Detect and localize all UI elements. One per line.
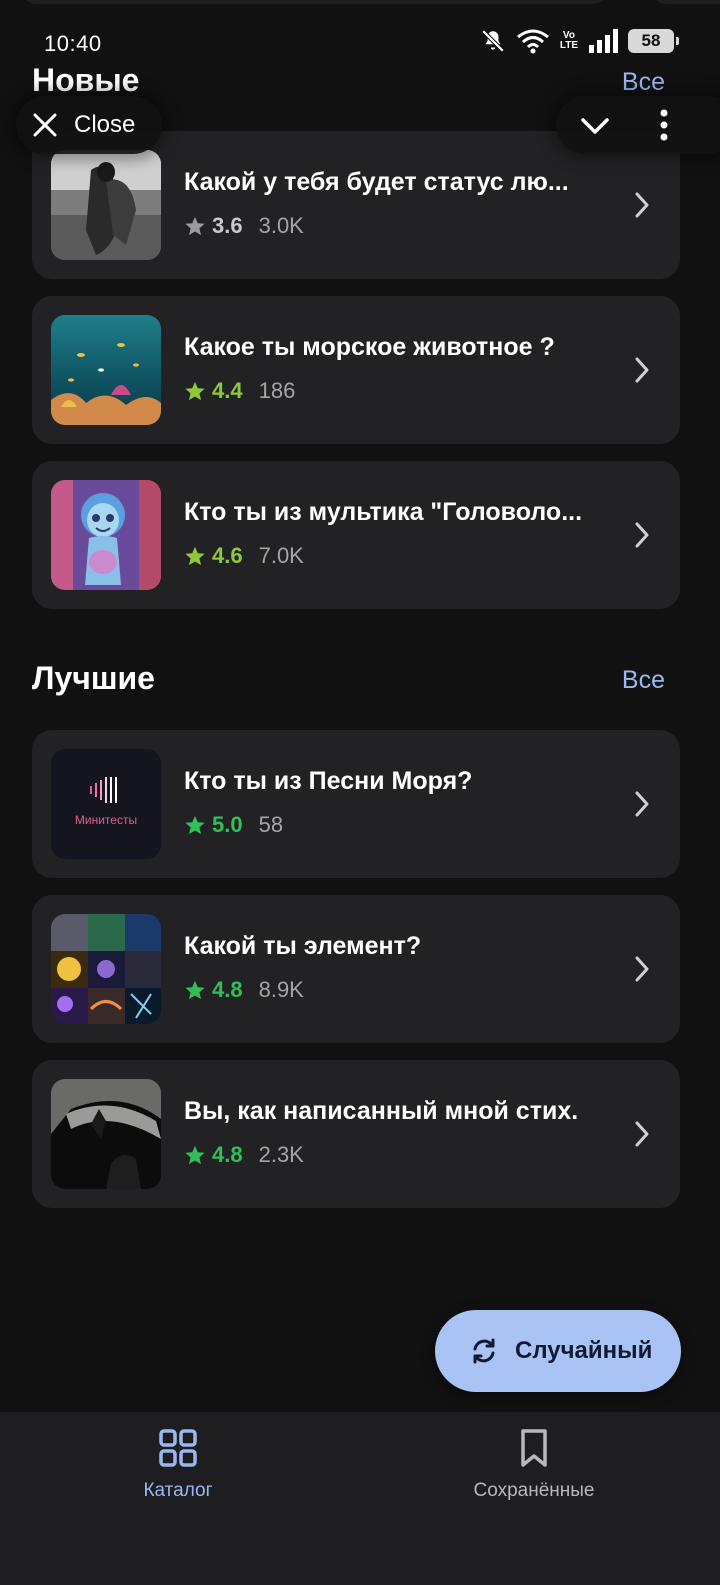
- signal-icon: [589, 29, 618, 53]
- star-icon: [185, 1145, 205, 1165]
- quiz-meta: 4.8 2.3K: [184, 1140, 304, 1170]
- quiz-card[interactable]: Минитесты Кто ты из Песни Моря? 5.0 58: [32, 730, 680, 878]
- nav-label-saved: Сохранённые: [473, 1480, 595, 1501]
- quiz-count: 58: [258, 812, 284, 837]
- battery-icon: 58: [628, 29, 679, 53]
- star-icon: [185, 546, 205, 566]
- close-label: Close: [74, 111, 136, 138]
- quiz-count: 186: [258, 378, 296, 403]
- volte-icon: Vo LTE: [560, 31, 578, 51]
- more-vert-icon[interactable]: [652, 108, 676, 142]
- quiz-title: Какой у тебя будет статус лю...: [184, 168, 569, 196]
- overlay-menu: [556, 96, 720, 154]
- quiz-thumbnail: Минитесты: [51, 749, 161, 859]
- chevron-down-icon[interactable]: [580, 111, 610, 141]
- screen: 10:40 Vo LTE 58 Новые Все Какой у тебя б…: [0, 0, 720, 1585]
- quiz-thumbnail: [51, 315, 161, 425]
- battery-level: 58: [641, 31, 661, 50]
- couple-photo-image: [51, 150, 161, 260]
- close-button[interactable]: Close: [16, 96, 162, 154]
- chevron-right-icon: [635, 522, 649, 548]
- bell-muted-icon: [481, 29, 505, 53]
- quiz-rating: 4.8: [212, 977, 243, 1002]
- aquarium-photo-image: [51, 315, 161, 425]
- quiz-rating: 5.0: [212, 812, 243, 837]
- section-title-new: Новые: [32, 62, 140, 98]
- star-icon: [185, 815, 205, 835]
- quiz-card[interactable]: Какой ты элемент? 4.8 8.9K: [32, 895, 680, 1043]
- quiz-thumbnail: [51, 480, 161, 590]
- quiz-count: 3.0K: [258, 213, 304, 238]
- quiz-count: 7.0K: [258, 543, 304, 568]
- star-icon: [185, 216, 205, 236]
- minitests-logo-text: Минитесты: [75, 813, 137, 827]
- quiz-count: 2.3K: [258, 1142, 304, 1167]
- section-title-best: Лучшие: [32, 660, 155, 696]
- refresh-icon: [473, 1338, 495, 1364]
- quiz-thumbnail: [51, 1079, 161, 1189]
- cartoon-character-image: [51, 480, 161, 590]
- quiz-count: 8.9K: [258, 977, 304, 1002]
- quiz-thumbnail: [51, 914, 161, 1024]
- chevron-right-icon: [635, 791, 649, 817]
- quiz-rating: 4.6: [212, 543, 243, 568]
- star-icon: [185, 381, 205, 401]
- status-icons: Vo LTE 58: [480, 28, 679, 54]
- quiz-thumbnail: [51, 150, 161, 260]
- nav-item-catalog[interactable]: Каталог: [68, 1428, 288, 1502]
- nav-label-catalog: Каталог: [143, 1480, 213, 1501]
- quiz-rating: 4.8: [212, 1142, 243, 1167]
- quiz-title: Какой ты элемент?: [184, 932, 422, 960]
- quiz-meta: 5.0 58: [184, 810, 283, 840]
- quiz-card[interactable]: Вы, как написанный мной стих. 4.8 2.3K: [32, 1060, 680, 1208]
- quiz-meta: 3.6 3.0K: [184, 211, 304, 241]
- quiz-meta: 4.8 8.9K: [184, 975, 304, 1005]
- quiz-card[interactable]: Кто ты из мультика "Головоло... 4.6 7.0K: [32, 461, 680, 609]
- status-bar: 10:40 Vo LTE 58: [0, 0, 720, 70]
- quiz-meta: 4.4 186: [184, 376, 295, 406]
- chevron-right-icon: [635, 192, 649, 218]
- dark-window-photo-image: [51, 1079, 161, 1189]
- nav-item-saved[interactable]: Сохранённые: [424, 1428, 644, 1502]
- see-all-new-link[interactable]: Все: [622, 68, 665, 97]
- bottom-nav: Каталог Сохранённые: [0, 1412, 720, 1585]
- random-label: Случайный: [515, 1337, 653, 1364]
- quiz-meta: 4.6 7.0K: [184, 541, 304, 571]
- quiz-title: Кто ты из мультика "Головоло...: [184, 498, 583, 526]
- quiz-rating: 3.6: [212, 213, 243, 238]
- wifi-icon: [516, 29, 549, 54]
- quiz-rating: 4.4: [212, 378, 243, 403]
- quiz-card[interactable]: Какое ты морское животное ? 4.4 186: [32, 296, 680, 444]
- quiz-title: Какое ты морское животное ?: [184, 333, 555, 361]
- lte-label: LTE: [559, 40, 578, 51]
- bookmark-icon: [521, 1429, 547, 1467]
- chevron-right-icon: [635, 357, 649, 383]
- star-icon: [185, 980, 205, 1000]
- minitests-logo-image: Минитесты: [51, 749, 161, 859]
- quiz-title: Кто ты из Песни Моря?: [184, 767, 473, 795]
- clock: 10:40: [44, 31, 102, 56]
- elements-collage-image: [51, 914, 161, 1024]
- see-all-best-link[interactable]: Все: [622, 666, 665, 695]
- chevron-right-icon: [635, 1121, 649, 1147]
- quiz-title: Вы, как написанный мной стих.: [184, 1097, 579, 1125]
- close-icon: [33, 113, 57, 137]
- chevron-right-icon: [635, 956, 649, 982]
- random-button[interactable]: Случайный: [435, 1310, 681, 1392]
- grid-icon: [159, 1429, 197, 1467]
